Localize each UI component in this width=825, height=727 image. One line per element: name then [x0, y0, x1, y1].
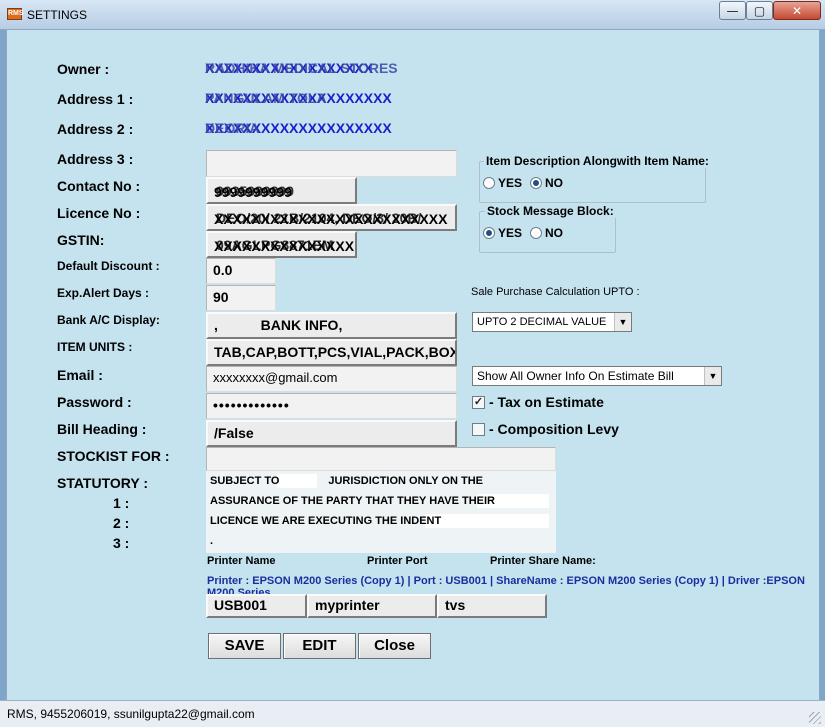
title-bar: RMS SETTINGS — ▢ ✕	[0, 0, 825, 30]
stock-msg-no-radio[interactable]: NO	[530, 226, 563, 240]
statutory-line-3: LICENCE WE ARE EXECUTING THE INDENT	[210, 515, 442, 527]
maximize-button[interactable]: ▢	[746, 1, 773, 20]
item-desc-no-radio[interactable]: NO	[530, 176, 563, 190]
address2-label: Address 2 :	[57, 121, 134, 137]
stock-msg-yes-radio[interactable]: YES	[483, 226, 522, 240]
printer-port-input[interactable]: USB001	[206, 594, 307, 618]
settings-form: Owner : Address 1 : Address 2 : Address …	[6, 30, 820, 700]
statutory-line-1: SUBJECT TO JURISDICTION ONLY ON THE	[210, 475, 484, 487]
password-input[interactable]: •••••••••••••	[206, 393, 457, 419]
owner-value: RADHIKA MEDICAL STORES	[205, 60, 398, 76]
contact-value: 9935989899	[216, 183, 294, 199]
bill-heading-input[interactable]: /False	[206, 420, 457, 447]
item-desc-yes-radio[interactable]: YES	[483, 176, 522, 190]
gstin-input[interactable]: XXXXXXXXXXXXXXX 09AGLPG8871EM	[206, 231, 357, 258]
close-button[interactable]: Close	[358, 633, 431, 659]
decimal-select[interactable]: UPTO 2 DECIMAL VALUE ▼	[472, 312, 632, 332]
address2-value: DEORIA	[205, 120, 260, 136]
decimal-select-value: UPTO 2 DECIMAL VALUE	[477, 316, 607, 328]
statutory-label: STATUTORY :	[57, 475, 148, 491]
item-units-input[interactable]: TAB,CAP,BOTT,PCS,VIAL,PACK,BOX	[206, 339, 457, 366]
stock-msg-yes-label: YES	[498, 226, 523, 240]
address1-value: PANGULAM TOLA	[205, 90, 327, 106]
address1-label: Address 1 :	[57, 91, 134, 107]
contact-label: Contact No :	[57, 178, 141, 194]
bank-ac-display-input[interactable]: , BANK INFO,	[206, 312, 457, 339]
stockist-for-input[interactable]	[206, 447, 556, 471]
checkbox-icon	[472, 422, 485, 436]
minimize-button[interactable]: —	[719, 1, 746, 20]
chevron-down-icon: ▼	[614, 313, 631, 331]
close-window-button[interactable]: ✕	[773, 1, 821, 20]
window-title: SETTINGS	[27, 8, 88, 22]
item-units-label: ITEM UNITS :	[57, 340, 133, 354]
radio-selected-icon	[483, 227, 495, 239]
contact-input[interactable]: 9999999999 9935989899	[206, 177, 357, 204]
estimate-select-value: Show All Owner Info On Estimate Bill	[477, 369, 674, 383]
sale-purchase-label: Sale Purchase Calculation UPTO :	[471, 286, 640, 298]
tax-on-estimate-label: - Tax on Estimate	[489, 394, 604, 410]
radio-icon	[483, 177, 495, 189]
licence-input[interactable]: XXXXXXXXXXXXXXXXXXXXXXXXX DEO/20/ 21B/21…	[206, 204, 457, 231]
address2-field[interactable]: XXXXXXXXXXXXXXXXXXXX DEORIA	[205, 120, 455, 140]
status-text: RMS, 9455206019, ssunilgupta22@gmail.com	[7, 707, 255, 721]
licence-value: DEO/20/ 21B/2104, DEO/3/ 20B/	[216, 210, 422, 226]
email-label: Email :	[57, 367, 103, 383]
owner-field[interactable]: XXXXXXXXXXXXXXXXXX RADHIKA MEDICAL STORE…	[205, 60, 455, 80]
composition-levy-label: - Composition Levy	[489, 421, 619, 437]
status-bar: RMS, 9455206019, ssunilgupta22@gmail.com	[0, 700, 825, 727]
radio-selected-icon	[530, 177, 542, 189]
printer-share-header: Printer Share Name:	[490, 555, 596, 567]
statutory-3-label: 3 :	[113, 535, 130, 551]
radio-icon	[530, 227, 542, 239]
resize-grip-icon[interactable]	[809, 712, 821, 724]
owner-label: Owner :	[57, 61, 110, 77]
checkbox-checked-icon: ✓	[472, 395, 485, 409]
statutory-line-4: .	[210, 535, 214, 547]
printer-name-header: Printer Name	[207, 555, 276, 567]
printer-share-input[interactable]: tvs	[437, 594, 547, 618]
bill-heading-label: Bill Heading :	[57, 421, 147, 437]
stockist-for-label: STOCKIST FOR :	[57, 448, 170, 464]
default-discount-label: Default Discount :	[57, 259, 160, 273]
statutory-highlight	[425, 514, 549, 528]
address3-input[interactable]	[206, 150, 457, 177]
save-button[interactable]: SAVE	[208, 633, 281, 659]
tax-on-estimate-checkbox[interactable]: ✓ - Tax on Estimate	[472, 394, 604, 410]
gstin-label: GSTIN:	[57, 232, 105, 248]
licence-label: Licence No :	[57, 205, 141, 221]
composition-levy-checkbox[interactable]: - Composition Levy	[472, 421, 619, 437]
minimize-icon: —	[726, 4, 739, 18]
statutory-line-2: ASSURANCE OF THE PARTY THAT THEY HAVE TH…	[210, 495, 496, 507]
email-input[interactable]: xxxxxxxx@gmail.com	[206, 366, 457, 392]
address3-label: Address 3 :	[57, 151, 134, 167]
statutory-2-label: 2 :	[113, 515, 130, 531]
password-label: Password :	[57, 394, 132, 410]
default-discount-input[interactable]: 0.0	[206, 258, 276, 284]
bank-ac-display-label: Bank A/C Display:	[57, 313, 160, 327]
item-desc-yes-label: YES	[498, 176, 523, 190]
stock-msg-no-label: NO	[545, 226, 563, 240]
stock-msg-title: Stock Message Block:	[485, 204, 616, 218]
item-desc-no-label: NO	[545, 176, 563, 190]
edit-button[interactable]: EDIT	[283, 633, 356, 659]
exp-alert-days-input[interactable]: 90	[206, 285, 276, 311]
printer-port-header: Printer Port	[367, 555, 428, 567]
gstin-value: 09AGLPG8871EM	[216, 237, 334, 253]
statutory-1-label: 1 :	[113, 495, 130, 511]
printer-name-input[interactable]: myprinter	[307, 594, 437, 618]
item-desc-title: Item Description Alongwith Item Name:	[484, 154, 711, 168]
maximize-icon: ▢	[753, 4, 766, 18]
estimate-select[interactable]: Show All Owner Info On Estimate Bill ▼	[472, 366, 722, 386]
address1-field[interactable]: XXXXXXXXXXXXXXXXXXXX PANGULAM TOLA	[205, 90, 455, 110]
close-icon: ✕	[791, 4, 803, 18]
chevron-down-icon: ▼	[704, 367, 721, 385]
exp-alert-days-label: Exp.Alert Days :	[57, 286, 150, 300]
app-icon: RMS	[7, 8, 24, 20]
